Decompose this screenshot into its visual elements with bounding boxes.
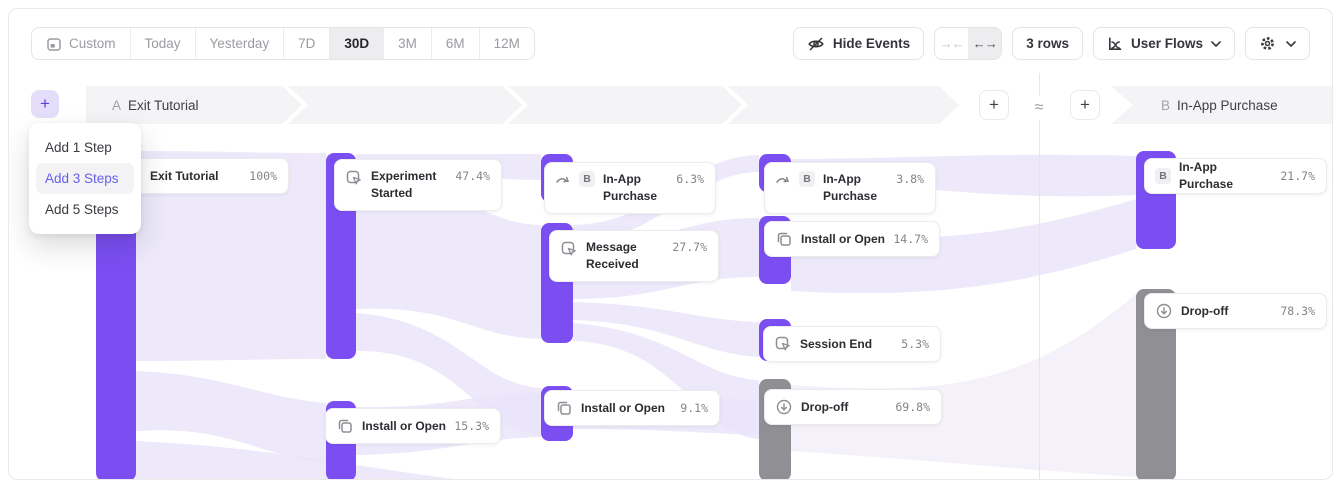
node-card-drop-off-78[interactable]: Drop-off 78.3% bbox=[1144, 293, 1327, 329]
expand-columns-icon[interactable]: ←→ bbox=[968, 28, 1001, 59]
date-range-12m[interactable]: 12M bbox=[479, 28, 534, 59]
event-icon bbox=[345, 169, 363, 187]
node-card-session-end[interactable]: Session End 5.3% bbox=[763, 326, 941, 362]
node-card-install-or-open-14[interactable]: Install or Open 14.7% bbox=[764, 221, 940, 257]
drop-off-icon bbox=[1155, 302, 1173, 320]
date-range-30d[interactable]: 30D bbox=[329, 28, 383, 59]
node-card-install-or-open-15[interactable]: Install or Open 15.3% bbox=[325, 408, 501, 444]
menu-item-add-1-step[interactable]: Add 1 Step bbox=[36, 132, 134, 163]
node-card-message-received[interactable]: Message Received 27.7% bbox=[549, 230, 719, 282]
node-card-experiment-started[interactable]: Experiment Started 47.4% bbox=[334, 159, 502, 211]
drop-off-icon bbox=[775, 398, 793, 416]
node-card-drop-off-69[interactable]: Drop-off 69.8% bbox=[764, 389, 942, 425]
settings-button[interactable] bbox=[1245, 27, 1310, 60]
user-flows-chart-icon bbox=[1107, 36, 1123, 52]
copy-icon bbox=[336, 417, 354, 435]
node-card-install-or-open-9[interactable]: Install or Open 9.1% bbox=[544, 390, 720, 426]
user-flows-canvas: Custom Today Yesterday 7D 30D 3M 6M 12M … bbox=[8, 8, 1333, 480]
hide-events-button[interactable]: Hide Events bbox=[793, 27, 924, 60]
chevron-down-icon bbox=[1211, 41, 1221, 47]
copy-icon bbox=[555, 399, 573, 417]
date-range-group: Custom Today Yesterday 7D 30D 3M 6M 12M bbox=[31, 27, 535, 60]
date-range-3m[interactable]: 3M bbox=[383, 28, 431, 59]
skip-forward-icon bbox=[775, 172, 791, 188]
event-icon bbox=[560, 240, 578, 258]
section-b-badge: B bbox=[799, 171, 815, 187]
copy-icon bbox=[775, 230, 793, 248]
section-b-badge: B bbox=[1155, 168, 1171, 184]
add-step-menu: Add 1 Step Add 3 Steps Add 5 Steps bbox=[29, 123, 141, 234]
chevron-down-icon bbox=[1286, 41, 1296, 47]
gear-icon bbox=[1259, 35, 1276, 52]
collapse-expand-group: →← ←→ bbox=[934, 27, 1002, 60]
collapse-columns-icon[interactable]: →← bbox=[935, 28, 968, 59]
date-range-today[interactable]: Today bbox=[130, 28, 195, 59]
add-step-button-a[interactable]: + bbox=[31, 90, 59, 118]
menu-item-add-5-steps[interactable]: Add 5 Steps bbox=[36, 194, 134, 225]
node-card-in-app-purchase-6[interactable]: B In-App Purchase 6.3% bbox=[544, 162, 716, 214]
rows-button[interactable]: 3 rows bbox=[1012, 27, 1083, 60]
node-card-in-app-purchase-21[interactable]: B In-App Purchase 21.7% bbox=[1144, 158, 1327, 194]
calendar-icon bbox=[46, 36, 62, 52]
date-range-7d[interactable]: 7D bbox=[283, 28, 329, 59]
add-step-button-after-a[interactable]: + bbox=[979, 90, 1009, 120]
view-selector-button[interactable]: User Flows bbox=[1093, 27, 1235, 60]
toolbar: Custom Today Yesterday 7D 30D 3M 6M 12M … bbox=[31, 27, 1310, 60]
gap-approx-symbol: ≈ bbox=[1027, 96, 1051, 120]
node-card-in-app-purchase-3[interactable]: B In-App Purchase 3.8% bbox=[764, 162, 936, 214]
date-range-yesterday[interactable]: Yesterday bbox=[195, 28, 284, 59]
date-range-6m[interactable]: 6M bbox=[431, 28, 479, 59]
date-range-custom[interactable]: Custom bbox=[32, 28, 130, 59]
event-icon bbox=[774, 335, 792, 353]
eye-off-icon bbox=[807, 35, 825, 53]
section-b-badge: B bbox=[579, 171, 595, 187]
skip-forward-icon bbox=[555, 172, 571, 188]
add-step-button-before-b[interactable]: + bbox=[1070, 90, 1100, 120]
menu-item-add-3-steps[interactable]: Add 3 Steps bbox=[36, 163, 134, 194]
section-divider bbox=[1039, 73, 1040, 479]
